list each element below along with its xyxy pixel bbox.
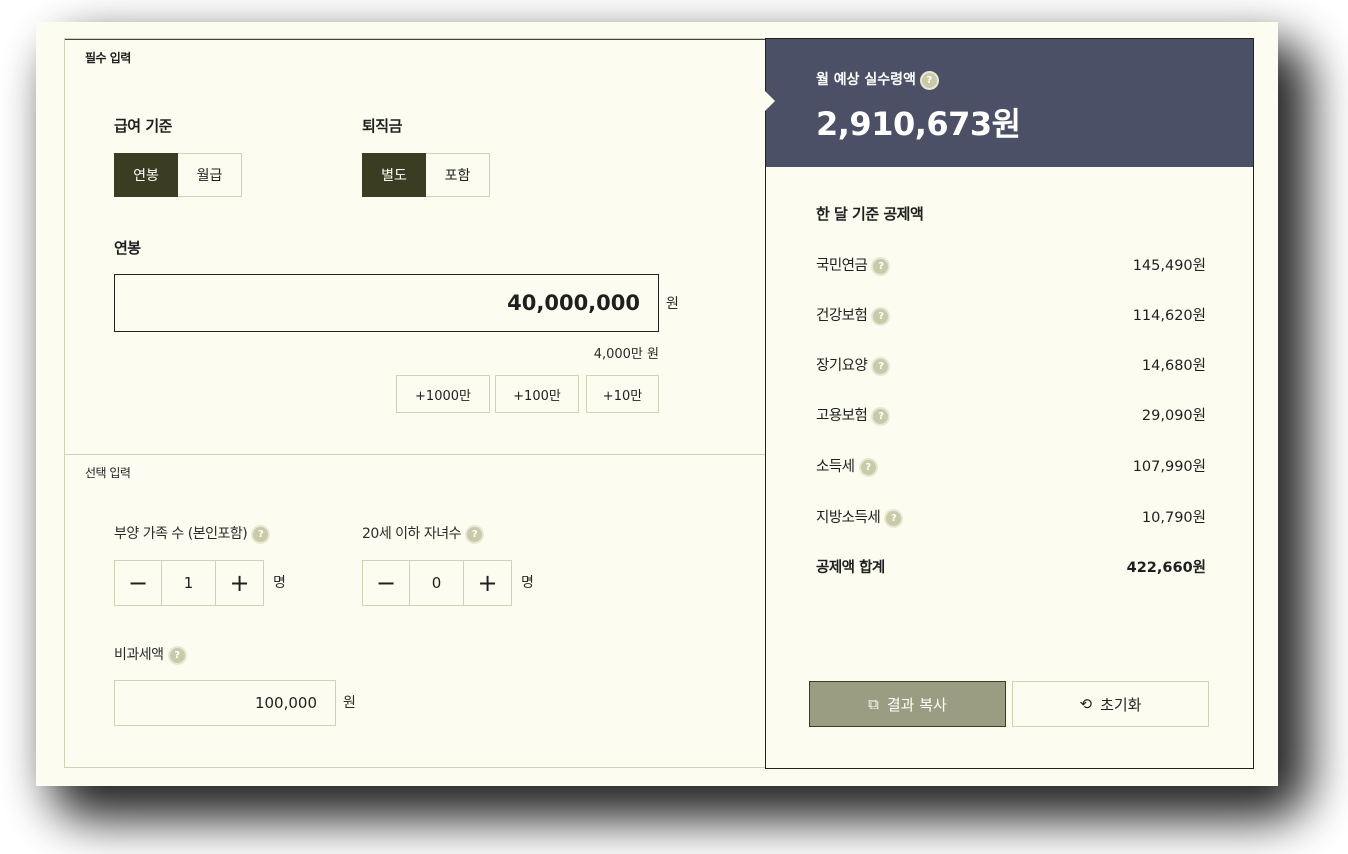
- children-value[interactable]: 0: [410, 560, 464, 606]
- deduction-name: 건강보험: [816, 308, 868, 324]
- children-minus-button[interactable]: −: [362, 560, 410, 606]
- dependents-stepper: − 1 +: [114, 560, 264, 606]
- dependents-label: 부양 가족 수 (본인포함): [114, 526, 248, 542]
- deduction-total-row: 공제액 합계 422,660원: [816, 556, 1206, 578]
- children-plus-button[interactable]: +: [464, 560, 512, 606]
- deduction-amount: 145,490원: [1132, 258, 1206, 274]
- children-label-row: 20세 이하 자녀수?: [362, 523, 482, 543]
- input-panel: 필수 입력 급여 기준 연봉 월급 퇴직금 별도 포함 연봉 40,000,00…: [64, 38, 765, 768]
- reset-button[interactable]: ⟲ 초기화: [1012, 681, 1209, 727]
- copy-icon: ⧉: [868, 695, 879, 713]
- dependents-minus-button[interactable]: −: [114, 560, 162, 606]
- salary-hint: 4,000만 원: [593, 347, 659, 362]
- salary-unit: 원: [666, 296, 679, 312]
- reset-label: 초기화: [1100, 695, 1142, 714]
- deduction-row: 건강보험? 114,620원: [816, 304, 1206, 326]
- copy-result-button[interactable]: ⧉ 결과 복사: [809, 681, 1006, 727]
- question-circle-icon[interactable]: ?: [169, 647, 185, 663]
- add-100k-button[interactable]: +10만: [586, 375, 659, 413]
- deduction-row: 소득세? 107,990원: [816, 455, 1206, 477]
- deductions-title: 한 달 기준 공제액: [816, 205, 924, 223]
- add-10m-button[interactable]: +1000만: [396, 375, 490, 413]
- deduction-name: 지방소득세: [816, 510, 881, 526]
- question-circle-icon[interactable]: ?: [860, 459, 876, 475]
- deduction-amount: 29,090원: [1141, 408, 1206, 424]
- optional-section-title: 선택 입력: [85, 466, 131, 480]
- salary-label: 연봉: [114, 239, 141, 257]
- top-border: [65, 39, 765, 40]
- deduction-amount: 114,620원: [1132, 308, 1206, 324]
- severance-toggle: 별도 포함: [362, 153, 490, 197]
- add-1m-button[interactable]: +100만: [495, 375, 579, 413]
- deduction-amount: 10,790원: [1141, 510, 1206, 526]
- salary-basis-monthly[interactable]: 월급: [178, 153, 242, 197]
- notch-pointer: [765, 91, 775, 111]
- refresh-icon: ⟲: [1079, 695, 1093, 713]
- severance-included[interactable]: 포함: [426, 153, 490, 197]
- deduction-row: 고용보험? 29,090원: [816, 404, 1206, 426]
- deduction-name: 장기요양: [816, 358, 868, 374]
- net-pay-label: 월 예상 실수령액: [816, 72, 916, 88]
- dependents-label-row: 부양 가족 수 (본인포함)?: [114, 523, 269, 543]
- salary-basis-toggle: 연봉 월급: [114, 153, 242, 197]
- question-circle-icon[interactable]: ?: [873, 308, 889, 324]
- nontaxable-unit: 원: [343, 695, 356, 711]
- dependents-unit: 명: [273, 575, 286, 591]
- salary-input[interactable]: 40,000,000: [114, 274, 659, 332]
- deduction-name: 국민연금: [816, 258, 868, 274]
- question-circle-icon[interactable]: ?: [873, 258, 889, 274]
- deduction-name: 소득세: [816, 459, 855, 475]
- children-stepper: − 0 +: [362, 560, 512, 606]
- deduction-total-amount: 422,660원: [1126, 560, 1206, 576]
- net-pay-label-row: 월 예상 실수령액?: [816, 69, 937, 89]
- nontaxable-input[interactable]: 100,000: [114, 680, 336, 726]
- salary-basis-label: 급여 기준: [114, 117, 172, 135]
- question-circle-icon[interactable]: ?: [873, 408, 889, 424]
- deduction-row: 지방소득세? 10,790원: [816, 506, 1206, 528]
- required-section-title: 필수 입력: [85, 51, 131, 65]
- salary-basis-annual[interactable]: 연봉: [114, 153, 178, 197]
- question-circle-icon[interactable]: ?: [873, 358, 889, 374]
- salary-calculator-card: 필수 입력 급여 기준 연봉 월급 퇴직금 별도 포함 연봉 40,000,00…: [36, 22, 1278, 786]
- deduction-row: 장기요양? 14,680원: [816, 354, 1206, 376]
- question-circle-icon[interactable]: ?: [467, 526, 482, 542]
- dependents-plus-button[interactable]: +: [216, 560, 264, 606]
- severance-separate[interactable]: 별도: [362, 153, 426, 197]
- section-divider: [65, 454, 765, 455]
- deduction-name: 고용보험: [816, 408, 868, 424]
- children-unit: 명: [521, 575, 534, 591]
- nontaxable-label-row: 비과세액?: [114, 644, 185, 664]
- deduction-total-label: 공제액 합계: [816, 560, 885, 576]
- nontaxable-label: 비과세액: [114, 647, 164, 663]
- deduction-amount: 107,990원: [1132, 459, 1206, 475]
- result-header: 월 예상 실수령액? 2,910,673원: [765, 39, 1253, 167]
- deduction-amount: 14,680원: [1141, 358, 1206, 374]
- severance-label: 퇴직금: [362, 117, 402, 135]
- copy-result-label: 결과 복사: [886, 695, 947, 714]
- deduction-row: 국민연금? 145,490원: [816, 254, 1206, 276]
- children-label: 20세 이하 자녀수: [362, 526, 462, 542]
- dependents-value[interactable]: 1: [162, 560, 216, 606]
- net-pay-amount: 2,910,673원: [816, 105, 1021, 143]
- question-circle-icon[interactable]: ?: [886, 510, 902, 526]
- salary-hint-row: 4,000만 원: [114, 343, 659, 363]
- question-circle-icon[interactable]: ?: [921, 72, 937, 88]
- result-panel: 월 예상 실수령액? 2,910,673원 한 달 기준 공제액 국민연금? 1…: [765, 38, 1254, 769]
- question-circle-icon[interactable]: ?: [253, 526, 269, 542]
